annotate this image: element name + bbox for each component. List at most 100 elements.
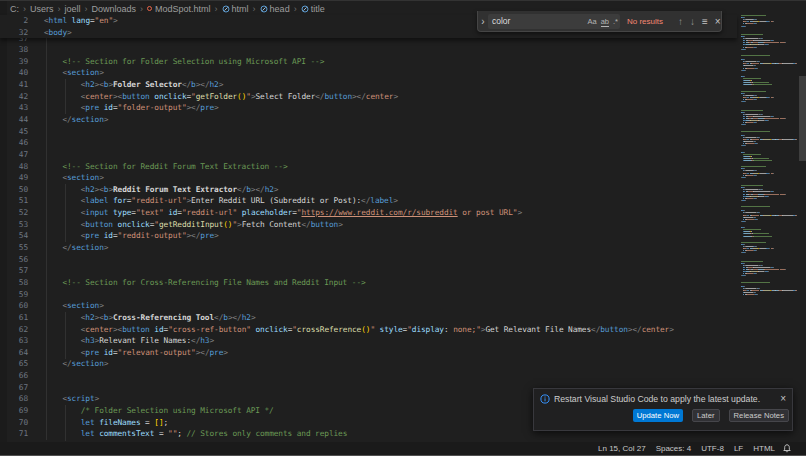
minimap-line (741, 261, 763, 262)
notification-message: Restart Visual Studio Code to apply the … (554, 394, 776, 404)
indent-guide (65, 405, 66, 441)
code-line[interactable]: 44 </section> (0, 114, 730, 126)
line-number: 58 (0, 278, 28, 287)
code-line[interactable]: 43 <pre id="folder-output"></pre> (0, 102, 730, 114)
minimap-line (753, 40, 770, 41)
minimap-line (782, 63, 792, 64)
match-case-icon[interactable]: Aa (587, 17, 596, 26)
find-input[interactable]: color Aa ab .* (488, 14, 620, 29)
breadcrumb-item-file[interactable]: ModSpot.html (155, 4, 211, 14)
line-number: 52 (0, 208, 28, 217)
minimap-line (746, 175, 753, 176)
notification-close-icon[interactable]: × (780, 393, 786, 404)
code-line[interactable]: 50 <h2><b>Reddit Forum Text Extractor</b… (0, 184, 730, 196)
line-number: 2 (0, 16, 28, 25)
code-line-content: <!-- Section for Reddit Forum Text Extra… (44, 162, 288, 171)
code-line[interactable]: 51 <label for="reddit-url">Enter Reddit … (0, 195, 730, 207)
breadcrumb-item[interactable]: joell (65, 4, 81, 14)
code-line-content: <section> (44, 301, 104, 310)
code-line[interactable]: 60 <section> (0, 300, 730, 312)
release-notes-button[interactable]: Release Notes (729, 409, 789, 422)
scrollbar[interactable] (799, 15, 806, 441)
status-item[interactable]: Ln 15, Col 27 (598, 444, 646, 453)
code-line[interactable]: 58 <!-- Section for Cross-Referencing Fi… (0, 277, 730, 289)
code-line-content: <section> (44, 173, 104, 182)
status-item[interactable]: HTML (753, 444, 775, 453)
code-line[interactable]: 45 (0, 125, 730, 137)
code-line[interactable]: 66 (0, 370, 730, 382)
symbol-element-icon (222, 5, 230, 15)
minimap-line (753, 194, 758, 195)
minimap-line (746, 198, 753, 199)
code-line[interactable]: 59 (0, 288, 730, 300)
minimap-line (746, 114, 758, 115)
status-item[interactable]: UTF-8 (701, 444, 724, 453)
find-in-selection-icon[interactable]: ≡ (702, 16, 708, 27)
code-line-content: <label for="reddit-url">Enter Reddit URL… (44, 196, 398, 205)
minimap-line (753, 42, 758, 43)
find-next-icon[interactable]: ↓ (690, 16, 695, 27)
code-line[interactable]: 65 </section> (0, 358, 730, 370)
breadcrumb-item[interactable]: Downloads (92, 4, 137, 14)
line-number: 54 (0, 231, 28, 240)
code-line[interactable]: 39 <!-- Section for Folder Selection usi… (0, 55, 730, 67)
code-line-content: <input type="text" id="reddit-url" place… (44, 208, 522, 217)
indent-guide (65, 312, 66, 359)
code-line-content: <center><button onclick="getFolder()">Se… (44, 92, 398, 101)
find-close-icon[interactable]: × (715, 16, 721, 27)
minimap-line (746, 23, 753, 24)
minimap-line (751, 290, 759, 291)
find-results-label: No results (627, 17, 671, 26)
code-line[interactable]: 57 (0, 265, 730, 277)
code-line[interactable]: 56 (0, 253, 730, 265)
regex-icon[interactable]: .* (613, 17, 618, 26)
code-line[interactable]: 52 <input type="text" id="reddit-url" pl… (0, 207, 730, 219)
code-line[interactable]: 53 <button onclick="getRedditInput()">Fe… (0, 218, 730, 230)
breadcrumb-item[interactable]: C: (10, 4, 19, 14)
minimap-line (741, 242, 767, 243)
code-line[interactable]: 61 <h2><b>Cross-Referencing Tool</b></h2… (0, 312, 730, 324)
find-previous-icon[interactable]: ↑ (678, 16, 683, 27)
code-line-content: <!-- Section for Folder Selection using … (44, 57, 324, 66)
update-now-button[interactable]: Update Now (633, 409, 683, 422)
breadcrumb-item-symbol[interactable]: title (311, 4, 325, 14)
scrollbar-slider[interactable] (799, 76, 806, 161)
line-number: 40 (0, 68, 28, 77)
code-line[interactable]: 47 (0, 149, 730, 161)
code-line[interactable]: 42 <center><button onclick="getFolder()"… (0, 90, 730, 102)
code-line[interactable]: 54 <pre id="reddit-output"></pre> (0, 230, 730, 242)
status-item[interactable]: LF (734, 444, 743, 453)
code-line[interactable]: 41 <h2><b>Folder Selector</b></h2> (0, 79, 730, 91)
code-line[interactable]: 64 <pre id="relevant-output"></pre> (0, 346, 730, 358)
line-number: 62 (0, 325, 28, 334)
later-button[interactable]: Later (692, 409, 720, 422)
minimap-line (746, 137, 756, 138)
find-query-text[interactable]: color (492, 16, 583, 26)
whole-word-icon[interactable]: ab (601, 17, 609, 26)
code-line[interactable]: 38 (0, 44, 730, 56)
code-line[interactable]: 48 <!-- Section for Reddit Forum Text Ex… (0, 160, 730, 172)
code-line[interactable]: 49 <section> (0, 172, 730, 184)
notifications-bell-icon[interactable] (783, 444, 791, 453)
code-line-content: <pre id="relevant-output"></pre> (44, 348, 228, 357)
vscode-window: C:›Users›joell›Downloads›ModSpot.html›ht… (0, 0, 806, 456)
minimap-line (746, 38, 758, 39)
code-line-content: <script> (44, 394, 99, 403)
find-expand-chevron-icon[interactable]: › (478, 16, 488, 27)
minimap-line (744, 141, 753, 142)
code-line[interactable]: 62 <center><button id="cross-ref-button"… (0, 323, 730, 335)
line-number: 39 (0, 57, 28, 66)
breadcrumb-item-symbol[interactable]: html (232, 4, 249, 14)
minimap-line (741, 166, 767, 167)
status-item[interactable]: Spaces: 4 (656, 444, 692, 453)
code-line[interactable]: 63 <h3>Relevant File Names:</h3> (0, 335, 730, 347)
breadcrumb-item[interactable]: Users (30, 4, 54, 14)
code-line[interactable]: 46 (0, 137, 730, 149)
minimap[interactable] (737, 15, 799, 441)
code-line[interactable]: 40 <section> (0, 67, 730, 79)
code-line[interactable]: 55 </section> (0, 242, 730, 254)
indent-guide (65, 184, 66, 242)
breadcrumb-item-symbol[interactable]: head (270, 4, 290, 14)
minimap-line (782, 139, 792, 140)
minimap-line (746, 122, 753, 123)
